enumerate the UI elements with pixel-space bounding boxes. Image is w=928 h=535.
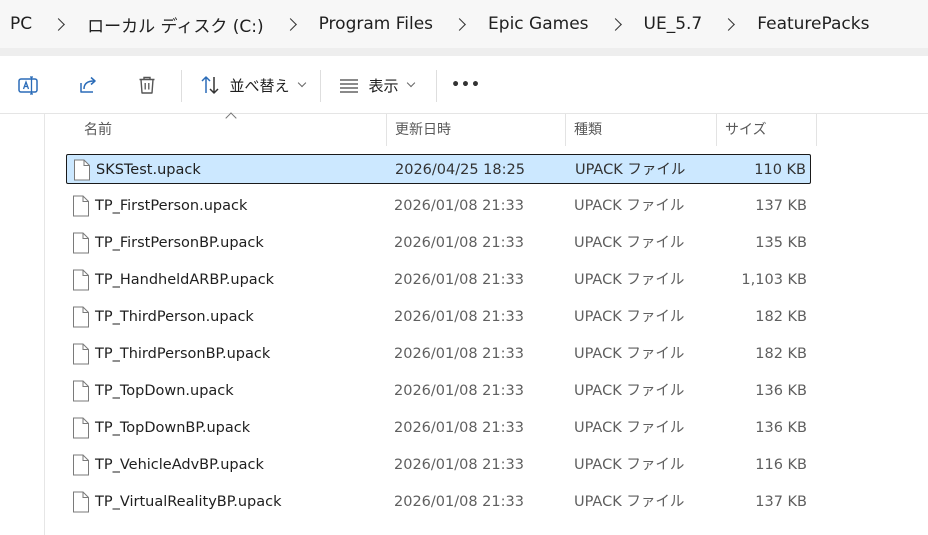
file-date: 2026/01/08 21:33	[394, 494, 524, 510]
trash-icon	[139, 76, 155, 94]
share-button[interactable]	[70, 68, 106, 102]
file-icon	[73, 454, 89, 476]
breadcrumb-program-files[interactable]: Program Files	[315, 14, 437, 34]
file-row[interactable]: TP_FirstPerson.upack 2026/01/08 21:33 UPAC…	[66, 191, 811, 221]
file-name: SKSTest.upack	[96, 162, 201, 178]
file-size: 137 KB	[755, 494, 807, 510]
file-size: 1,103 KB	[741, 272, 807, 288]
file-date: 2026/01/08 21:33	[394, 272, 524, 288]
file-row[interactable]: TP_TopDownBP.upack 2026/01/08 21:33 UPACK …	[66, 413, 811, 443]
file-date: 2026/01/08 21:33	[394, 235, 524, 251]
file-row[interactable]: TP_FirstPersonBP.upack 2026/01/08 21:33 UP…	[66, 228, 811, 258]
file-size: 135 KB	[755, 235, 807, 251]
chevron-down-icon	[297, 78, 306, 88]
file-name: TP_ThirdPerson.upack	[95, 309, 254, 325]
breadcrumb-featurepacks[interactable]: FeaturePacks	[753, 14, 873, 34]
file-type: UPACK ファイル	[574, 383, 685, 399]
file-icon	[73, 269, 89, 291]
file-type: UPACK ファイル	[575, 162, 686, 178]
breadcrumb-ue[interactable]: UE_5.7	[640, 14, 707, 34]
file-name: TP_FirstPersonBP.upack	[95, 235, 264, 251]
column-divider[interactable]	[816, 114, 817, 146]
column-header-size[interactable]: サイズ	[717, 114, 817, 146]
breadcrumb-pc[interactable]: PC	[6, 14, 36, 34]
file-size: 136 KB	[755, 383, 807, 399]
rename-icon	[18, 76, 38, 95]
file-date: 2026/01/08 21:33	[394, 420, 524, 436]
more-options-button[interactable]: •••	[449, 68, 483, 102]
toolbar-separator	[181, 70, 182, 102]
chevron-right-icon[interactable]	[722, 17, 736, 31]
chevron-down-icon	[406, 78, 415, 88]
file-icon	[73, 195, 89, 217]
delete-button[interactable]	[129, 68, 165, 102]
rename-button[interactable]	[10, 68, 46, 102]
file-row[interactable]: TP_ThirdPerson.upack 2026/01/08 21:33 UPAC…	[66, 302, 811, 332]
file-name: TP_VirtualRealityBP.upack	[95, 494, 282, 510]
file-icon	[73, 343, 89, 365]
command-bar: 並べ替え 表示 •••	[0, 56, 928, 114]
column-header-date[interactable]: 更新日時	[387, 114, 565, 146]
file-date: 2026/01/08 21:33	[394, 346, 524, 362]
toolbar-separator	[320, 70, 321, 102]
column-header-type[interactable]: 種類	[566, 114, 716, 146]
file-name: TP_FirstPerson.upack	[95, 198, 248, 214]
file-date: 2026/04/25 18:25	[395, 162, 525, 178]
file-icon	[73, 417, 89, 439]
file-type: UPACK ファイル	[574, 494, 685, 510]
file-row[interactable]: TP_VirtualRealityBP.upack 2026/01/08 21:3…	[66, 487, 811, 517]
chevron-right-icon[interactable]	[52, 17, 65, 31]
file-date: 2026/01/08 21:33	[394, 309, 524, 325]
column-header-name[interactable]: 名前	[76, 114, 386, 146]
file-icon	[73, 491, 89, 513]
file-size: 182 KB	[755, 309, 807, 325]
file-type: UPACK ファイル	[574, 235, 685, 251]
file-type: UPACK ファイル	[574, 198, 685, 214]
file-size: 116 KB	[755, 457, 807, 473]
file-type: UPACK ファイル	[574, 457, 685, 473]
list-view-icon	[340, 79, 359, 93]
file-icon	[73, 380, 89, 402]
sort-button[interactable]: 並べ替え	[196, 68, 308, 102]
view-label: 表示	[368, 76, 399, 95]
file-row[interactable]: TP_TopDown.upack 2026/01/08 21:33 UPACK ファ…	[66, 376, 811, 406]
file-icon	[73, 232, 89, 254]
file-date: 2026/01/08 21:33	[394, 457, 524, 473]
file-row[interactable]: TP_HandheldARBP.upack 2026/01/08 21:33 UPA…	[66, 265, 811, 295]
file-name: TP_ThirdPersonBP.upack	[95, 346, 271, 362]
file-type: UPACK ファイル	[574, 346, 685, 362]
file-list: 名前 更新日時 種類 サイズ SKSTest.upack 2026/04/25 1…	[0, 112, 928, 535]
sort-label: 並べ替え	[229, 76, 290, 95]
sort-icon	[201, 76, 220, 94]
breadcrumb-local-disk[interactable]: ローカル ディスク (C:)	[83, 12, 267, 37]
navigation-pane-border	[44, 114, 45, 535]
file-size: 136 KB	[755, 420, 807, 436]
file-name: TP_VehicleAdvBP.upack	[95, 457, 264, 473]
file-row[interactable]: TP_ThirdPersonBP.upack 2026/01/08 21:33 UP…	[66, 339, 811, 369]
file-type: UPACK ファイル	[574, 272, 685, 288]
file-row-selected[interactable]: SKSTest.upack 2026/04/25 18:25 UPACK ファイル 1…	[66, 154, 811, 184]
share-icon	[80, 76, 96, 93]
file-name: TP_HandheldARBP.upack	[95, 272, 275, 288]
breadcrumb-epic-games[interactable]: Epic Games	[484, 14, 592, 34]
file-icon	[74, 159, 90, 181]
chevron-right-icon[interactable]	[453, 17, 466, 31]
file-size: 110 KB	[754, 162, 806, 178]
file-size: 182 KB	[755, 346, 807, 362]
file-row[interactable]: TP_VehicleAdvBP.upack 2026/01/08 21:33 UPA…	[66, 450, 811, 480]
file-date: 2026/01/08 21:33	[394, 383, 524, 399]
chevron-right-icon[interactable]	[608, 17, 622, 31]
file-type: UPACK ファイル	[574, 309, 685, 325]
toolbar-separator	[436, 70, 437, 102]
view-button[interactable]: 表示	[333, 68, 419, 102]
breadcrumb: PC ローカル ディスク (C:) Program Files Epic Gam…	[0, 0, 928, 48]
chevron-right-icon[interactable]	[283, 17, 297, 31]
file-size: 137 KB	[755, 198, 807, 214]
file-date: 2026/01/08 21:33	[394, 198, 524, 214]
address-bar-divider	[0, 48, 928, 56]
file-name: TP_TopDown.upack	[95, 383, 234, 399]
file-type: UPACK ファイル	[574, 420, 685, 436]
file-name: TP_TopDownBP.upack	[95, 420, 251, 436]
file-icon	[73, 306, 89, 328]
